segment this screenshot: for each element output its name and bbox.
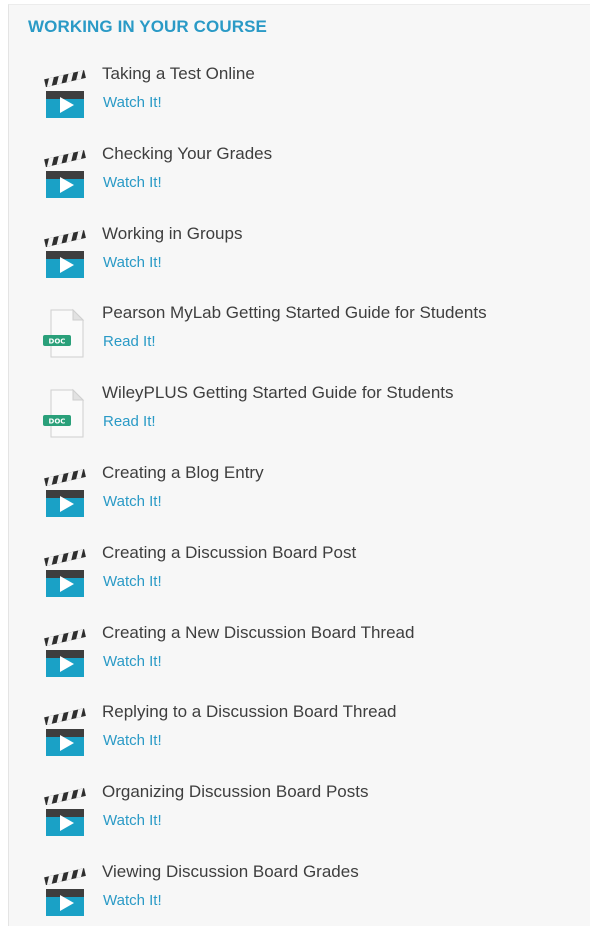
video-clapperboard-icon[interactable] xyxy=(40,228,90,280)
watch-it-link[interactable]: Watch It! xyxy=(103,174,162,191)
item-title: WileyPLUS Getting Started Guide for Stud… xyxy=(102,383,454,403)
list-item: Working in Groups Watch It! xyxy=(9,219,590,299)
video-clapperboard-icon[interactable] xyxy=(40,706,90,758)
video-clapperboard-icon[interactable] xyxy=(40,627,90,679)
list-item: DOC WileyPLUS Getting Started Guide for … xyxy=(9,378,590,458)
list-item: Checking Your Grades Watch It! xyxy=(9,139,590,219)
video-clapperboard-icon[interactable] xyxy=(40,68,90,120)
watch-it-link[interactable]: Watch It! xyxy=(103,892,162,909)
item-title: Working in Groups xyxy=(102,223,243,243)
watch-it-link[interactable]: Watch It! xyxy=(103,254,162,271)
watch-it-link[interactable]: Watch It! xyxy=(103,493,162,510)
section-title: WORKING IN YOUR COURSE xyxy=(28,17,267,36)
list-item: Creating a New Discussion Board Thread Wa… xyxy=(9,618,590,698)
item-title: Viewing Discussion Board Grades xyxy=(102,861,359,881)
list-item: Creating a Discussion Board Post Watch It… xyxy=(9,538,590,618)
watch-it-link[interactable]: Watch It! xyxy=(103,94,162,111)
item-title: Checking Your Grades xyxy=(102,143,273,163)
video-clapperboard-icon[interactable] xyxy=(40,467,90,519)
video-clapperboard-icon[interactable] xyxy=(40,148,90,200)
item-title: Creating a Blog Entry xyxy=(102,462,264,482)
item-title: Creating a Discussion Board Post xyxy=(102,542,357,562)
course-help-panel: WORKING IN YOUR COURSE Taking a Test Onl… xyxy=(8,4,590,926)
watch-it-link[interactable]: Watch It! xyxy=(103,732,162,749)
list-item: Organizing Discussion Board Posts Watch I… xyxy=(9,777,590,857)
document-icon[interactable]: DOC xyxy=(40,387,90,439)
list-item: Replying to a Discussion Board Thread Wat… xyxy=(9,697,590,777)
read-it-link[interactable]: Read It! xyxy=(103,413,156,430)
video-clapperboard-icon[interactable] xyxy=(40,786,90,838)
svg-text:DOC: DOC xyxy=(49,418,66,426)
list-item: Viewing Discussion Board Grades Watch It! xyxy=(9,857,590,937)
video-clapperboard-icon[interactable] xyxy=(40,866,90,918)
document-icon[interactable]: DOC xyxy=(40,307,90,359)
video-clapperboard-icon[interactable] xyxy=(40,547,90,599)
resource-list: Taking a Test Online Watch It! Checking Y… xyxy=(9,59,590,937)
watch-it-link[interactable]: Watch It! xyxy=(103,812,162,829)
read-it-link[interactable]: Read It! xyxy=(103,333,156,350)
list-item: Taking a Test Online Watch It! xyxy=(9,59,590,139)
list-item: Creating a Blog Entry Watch It! xyxy=(9,458,590,538)
item-title: Taking a Test Online xyxy=(102,64,255,83)
item-title: Pearson MyLab Getting Started Guide for … xyxy=(102,303,487,323)
item-title: Organizing Discussion Board Posts xyxy=(102,782,369,802)
item-title: Creating a New Discussion Board Thread xyxy=(102,622,415,642)
svg-text:DOC: DOC xyxy=(49,338,66,346)
watch-it-link[interactable]: Watch It! xyxy=(103,653,162,670)
watch-it-link[interactable]: Watch It! xyxy=(103,573,162,590)
item-title: Replying to a Discussion Board Thread xyxy=(102,702,397,722)
list-item: DOC Pearson MyLab Getting Started Guide … xyxy=(9,298,590,378)
